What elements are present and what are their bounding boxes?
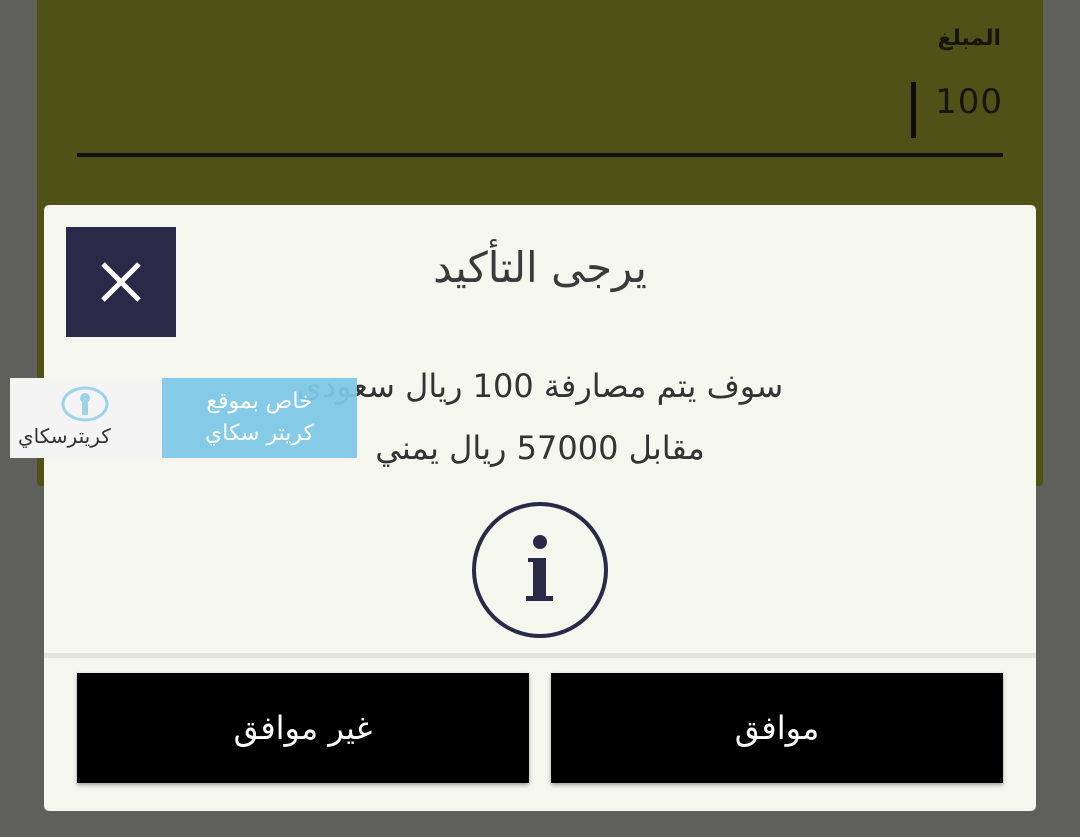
dialog-title: يرجى التأكيد xyxy=(433,243,647,292)
amount-label: المبلغ xyxy=(937,26,1001,51)
watermark-banner: خاص بموقع كريتر سكاي xyxy=(162,378,357,458)
amount-input-underline xyxy=(77,153,1003,157)
info-icon xyxy=(472,502,608,638)
confirmation-dialog: يرجى التأكيد سوف يتم مصارفة 100 ريال سعو… xyxy=(44,205,1036,811)
watermark-banner-line-2: كريتر سكاي xyxy=(204,421,314,446)
disagree-button[interactable]: غير موافق xyxy=(77,673,529,783)
watermark-logo: كريترسكاي xyxy=(10,378,162,458)
agree-button[interactable]: موافق xyxy=(551,673,1003,783)
watermark-logo-text: كريترسكاي xyxy=(18,424,111,448)
amount-input[interactable]: 100 xyxy=(935,82,1003,122)
close-button[interactable] xyxy=(66,227,176,337)
text-cursor xyxy=(911,82,916,138)
watermark-logo-icon xyxy=(61,386,109,422)
dialog-divider xyxy=(44,653,1036,658)
watermark-banner-line-1: خاص بموقع xyxy=(206,389,313,414)
close-icon xyxy=(101,262,141,302)
